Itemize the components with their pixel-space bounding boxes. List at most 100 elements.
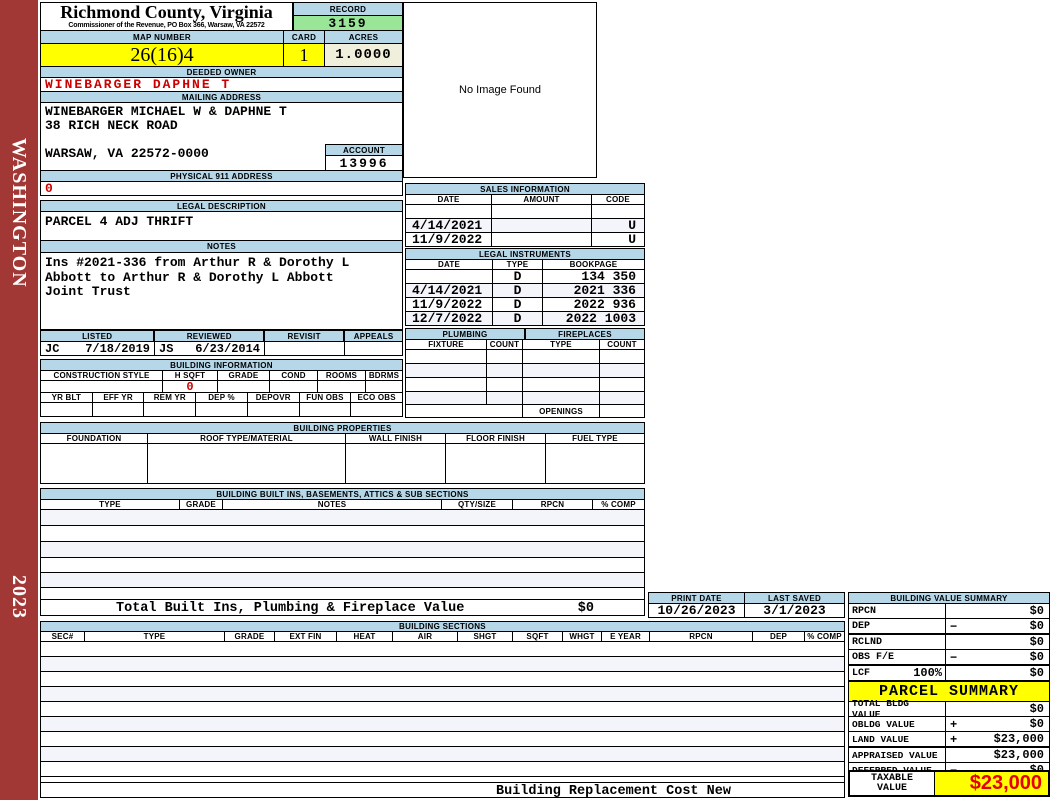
op: − <box>950 651 958 665</box>
builtin-comp-header: % COMP <box>601 500 636 509</box>
yr-blt-header: YR BLT <box>41 393 93 402</box>
fireplace-count-cell <box>600 392 644 404</box>
fixture-cell <box>406 378 487 391</box>
grade-header: GRADE <box>218 371 270 380</box>
summary-row: DEP − $0 <box>848 618 1050 634</box>
instrument-bookpage: 2022 1003 <box>565 312 636 325</box>
instrument-date: 12/7/2022 <box>406 312 493 325</box>
floor-finish-value <box>446 444 546 483</box>
table-row <box>41 657 844 672</box>
depovr-header: DEPOVR <box>248 393 300 402</box>
ext-fin-header: EXT FIN <box>275 632 337 641</box>
fixture-header: FIXTURE <box>406 340 487 349</box>
appraised-label: APPRAISED VALUE <box>852 749 938 761</box>
building-replacement-label: Building Replacement Cost New <box>496 784 731 799</box>
building-value-summary-table: RPCN $0 DEP − $0 RCLND $0 OBS F/E − $0 LCF… <box>848 603 1050 681</box>
built-ins-total-value: $0 <box>577 601 594 616</box>
built-ins-total-row: Total Built Ins, Plumbing & Fireplace Va… <box>40 599 645 616</box>
sales-code <box>592 205 644 218</box>
summary-row: TOTAL BLDG VALUE $0 <box>848 698 1050 720</box>
fireplace-type-cell <box>523 378 600 391</box>
rooms-header: ROOMS <box>318 371 366 380</box>
mailing-line: WINEBARGER MICHAEL W & DAPHNE T <box>45 104 287 119</box>
hsqft-value: 0 <box>163 381 218 392</box>
fixture-cell <box>406 364 487 377</box>
summary-row: RCLND $0 <box>848 633 1050 650</box>
summary-row: LAND VALUE + $23,000 <box>848 731 1050 747</box>
table-row <box>41 732 844 747</box>
instrument-type: D <box>493 312 543 325</box>
instrument-row: 4/14/2021 D 2021 336 <box>405 283 645 298</box>
table-row <box>41 762 844 777</box>
sales-row: 11/9/2022 U <box>405 232 645 247</box>
account-field[interactable]: 13996 <box>325 155 403 171</box>
reviewed-value: JS 6/23/2014 <box>155 342 265 355</box>
table-row <box>41 542 644 558</box>
wall-finish-header: WALL FINISH <box>346 434 446 443</box>
property-record-card: WASHINGTON 2023 Richmond County, Virgini… <box>0 0 1050 800</box>
summary-row: LCF 100% $0 <box>848 664 1050 681</box>
bdrms-value <box>366 381 402 392</box>
yr-blt-value <box>41 403 93 416</box>
comp-header: % COMP <box>807 632 842 641</box>
plumbing-fireplaces-row <box>405 363 645 378</box>
taxable-value-amount: $23,000 <box>935 772 1048 795</box>
fuel-type-header: FUEL TYPE <box>572 434 618 443</box>
obldg-label: OBLDG VALUE <box>852 718 915 730</box>
table-row <box>41 702 844 717</box>
fireplace-count-cell <box>600 364 644 377</box>
bdrms-header: BDRMS <box>368 371 400 380</box>
acres-field[interactable]: 1.0000 <box>324 43 403 67</box>
op: + <box>950 718 958 732</box>
cond-value <box>270 381 318 392</box>
grade-header: GRADE <box>225 632 275 641</box>
record-value-field[interactable]: 3159 <box>293 15 403 31</box>
sales-amount <box>492 233 592 246</box>
taxable-value-label: TAXABLE VALUE <box>850 772 935 795</box>
notes-line: Abbott to Arthur R & Dorothy L Abbott <box>45 269 334 285</box>
built-ins-total-label: Total Built Ins, Plumbing & Fireplace Va… <box>116 601 465 616</box>
sales-amount-header: AMOUNT <box>492 195 592 204</box>
lcf-label: LCF <box>852 667 871 679</box>
fun-obs-value <box>300 403 352 416</box>
notes-line: Ins #2021-336 from Arthur R & Dorothy L <box>45 255 350 270</box>
obs-fe-label: OBS F/E <box>852 651 895 663</box>
plumbing-fireplaces-row <box>405 377 645 392</box>
fireplace-count-header: COUNT <box>607 340 637 349</box>
sales-row: 4/14/2021 U <box>405 218 645 233</box>
eco-obs-value <box>351 403 402 416</box>
table-row <box>41 573 644 588</box>
air-header: AIR <box>393 632 458 641</box>
table-row <box>41 747 844 762</box>
built-ins-empty-rows <box>40 509 645 600</box>
instrument-type: D <box>493 298 543 311</box>
instrument-type: D <box>493 270 543 283</box>
county-title: Richmond County, Virginia <box>60 2 273 22</box>
openings-label: OPENINGS <box>523 405 600 417</box>
instrument-row: D 134 350 <box>405 269 645 284</box>
building-info-year-values <box>40 402 403 417</box>
table-row <box>41 510 644 526</box>
fixture-count-cell <box>487 392 523 404</box>
total-bldg-value: $0 <box>1029 702 1044 716</box>
taxable-value-row: TAXABLE VALUE $23,000 <box>848 770 1050 797</box>
depovr-value <box>248 403 300 416</box>
builtin-qty-header: QTY/SIZE <box>442 500 513 509</box>
deeded-owner-value: WINEBARGER DAPHNE T <box>40 77 403 92</box>
instrument-date: 11/9/2022 <box>406 298 493 311</box>
record-header: RECORD <box>293 2 403 16</box>
fireplace-type-header: TYPE <box>523 340 600 349</box>
sqft-header: SQFT <box>513 632 563 641</box>
card-field[interactable]: 1 <box>283 43 325 67</box>
instrument-date: 4/14/2021 <box>406 284 493 297</box>
builtin-grade-header: GRADE <box>180 500 223 509</box>
sales-date: 11/9/2022 <box>406 233 492 246</box>
sidebar-band <box>0 0 38 800</box>
mailing-line: 38 RICH NECK ROAD <box>45 118 178 133</box>
notes-line: Joint Trust <box>45 284 131 299</box>
dep-label: DEP <box>852 620 871 632</box>
property-photo-placeholder[interactable]: No Image Found <box>403 2 597 178</box>
parcel-summary-table: TOTAL BLDG VALUE $0 OBLDG VALUE + $0 LAND… <box>848 698 1050 778</box>
map-number-field[interactable]: 26(16)4 <box>40 43 284 67</box>
instrument-type: D <box>493 284 543 297</box>
